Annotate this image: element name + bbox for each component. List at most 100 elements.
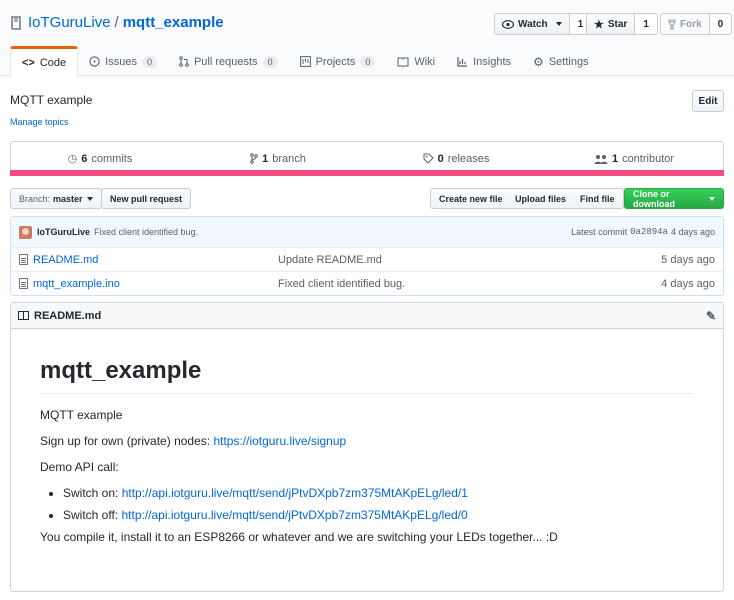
readme-paragraph: You compile it, install it to an ESP8266… [40, 530, 558, 544]
contributors-label: contributor [622, 152, 675, 165]
tag-icon [423, 153, 434, 164]
tab-label: Wiki [414, 55, 436, 68]
watch-label: Watch [518, 18, 548, 30]
project-icon [299, 56, 311, 67]
releases-count: 0 [437, 152, 444, 165]
clone-label: Clone or download [633, 188, 675, 209]
eye-icon [502, 19, 514, 29]
contributors-count: 1 [611, 152, 619, 165]
star-button[interactable]: ★ Star [586, 13, 636, 35]
repo-description: MQTT example [10, 93, 93, 107]
commits-count: 6 [81, 152, 88, 165]
clone-or-download-button[interactable]: Clone or download [624, 188, 724, 209]
create-new-file-button[interactable]: Create new file [430, 188, 512, 209]
tab-settings[interactable]: ⚙ Settings [522, 46, 600, 77]
commit-sha[interactable]: 0a2894a [630, 227, 668, 237]
list-item: Switch off: http://api.iotguru.live/mqtt… [63, 508, 694, 522]
list-item-text: Switch on: [63, 486, 122, 500]
switch-on-link[interactable]: http://api.iotguru.live/mqtt/send/jPtvDX… [122, 486, 468, 500]
tab-label: Projects [315, 55, 356, 68]
file-list: IoTGuruLive Fixed client identified bug.… [10, 216, 724, 296]
commit-message[interactable]: Fixed client identified bug. [94, 227, 198, 237]
find-file-button[interactable]: Find file [572, 188, 624, 209]
gear-icon: ⚙ [533, 54, 544, 69]
readme-box: README.md ✎ mqtt_example MQTT example Si… [10, 302, 724, 592]
pull-request-icon [179, 56, 189, 67]
file-age: 5 days ago [661, 253, 715, 266]
branch-select-button[interactable]: Branch: master [10, 188, 102, 209]
tab-count: 0 [262, 55, 278, 68]
tab-label: Settings [548, 55, 589, 68]
readme-header: README.md ✎ [11, 303, 723, 329]
repo-header: IoTGuruLive / mqtt_example Watch 1 ★ Sta… [0, 0, 734, 77]
tab-issues[interactable]: Issues 0 [78, 46, 168, 77]
commits-label: commits [91, 152, 133, 165]
tab-label: Pull requests [193, 55, 258, 68]
branch-name: master [53, 193, 83, 204]
file-row: README.md Update README.md 5 days ago [11, 247, 723, 271]
edit-description-button[interactable]: Edit [692, 90, 724, 112]
file-age: 4 days ago [661, 277, 715, 290]
tab-code[interactable]: <> Code [10, 46, 79, 77]
graph-icon [457, 57, 468, 67]
manage-topics-link[interactable]: Manage topics [10, 117, 69, 127]
pencil-icon[interactable]: ✎ [706, 309, 716, 323]
tab-insights[interactable]: Insights [446, 46, 522, 77]
watch-button[interactable]: Watch [494, 13, 570, 35]
avatar[interactable] [19, 225, 32, 239]
fork-button[interactable]: Fork [660, 13, 710, 35]
readme-filename: README.md [34, 309, 102, 322]
wiki-icon [397, 57, 409, 67]
tab-projects[interactable]: Projects 0 [289, 46, 387, 77]
upload-files-button[interactable]: Upload files [507, 188, 576, 209]
branch-prefix: Branch: [19, 193, 51, 204]
chevron-down-icon [709, 196, 715, 201]
file-commit-message[interactable]: Fixed client identified bug. [278, 278, 405, 290]
readme-content: mqtt_example MQTT example Sign up for ow… [11, 357, 723, 544]
tab-label: Code [39, 57, 67, 69]
api-list: Switch on: http://api.iotguru.live/mqtt/… [40, 486, 694, 522]
latest-commit-label: Latest commit [571, 227, 628, 237]
switch-off-link[interactable]: http://api.iotguru.live/mqtt/send/jPtvDX… [121, 508, 467, 522]
repo-separator: / [114, 14, 119, 31]
file-navigation: Branch: master New pull request Create n… [10, 188, 724, 209]
file-name-link[interactable]: mqtt_example.ino [33, 278, 120, 290]
file-icon [19, 254, 28, 265]
star-count[interactable]: 1 [635, 13, 658, 35]
fork-icon [668, 18, 676, 30]
chevron-down-icon [86, 196, 93, 201]
tab-pull-requests[interactable]: Pull requests 0 [168, 46, 289, 77]
file-commit-message[interactable]: Update README.md [278, 254, 382, 266]
file-name-link[interactable]: README.md [33, 254, 98, 266]
signup-link[interactable]: https://iotguru.live/signup [213, 434, 346, 448]
fork-group: Fork 0 [660, 13, 733, 35]
new-pull-request-button[interactable]: New pull request [101, 188, 192, 209]
readme-signup-paragraph: Sign up for own (private) nodes: https:/… [40, 434, 694, 448]
file-row: mqtt_example.ino Fixed client identified… [11, 271, 723, 295]
readme-paragraph: Demo API call: [40, 460, 119, 474]
star-group: ★ Star 1 [586, 13, 658, 35]
releases-label: releases [447, 152, 490, 165]
tab-label: Insights [473, 55, 512, 68]
language-bar[interactable] [10, 170, 724, 176]
fork-label: Fork [680, 18, 702, 30]
fork-count[interactable]: 0 [709, 13, 733, 35]
readme-title: mqtt_example [40, 357, 694, 394]
code-icon: <> [22, 57, 35, 69]
history-icon: ◷ [67, 153, 78, 165]
branch-label: branch [272, 152, 306, 165]
branch-icon [250, 153, 258, 164]
branch-count: 1 [262, 152, 269, 165]
latest-commit-bar: IoTGuruLive Fixed client identified bug.… [11, 217, 723, 247]
star-label: Star [607, 18, 628, 30]
repo-name-link[interactable]: mqtt_example [123, 14, 224, 31]
watch-group: Watch 1 [494, 13, 593, 35]
commit-author-link[interactable]: IoTGuruLive [37, 227, 90, 237]
repo-owner-link[interactable]: IoTGuruLive [28, 14, 111, 31]
issue-icon [89, 56, 100, 67]
tab-wiki[interactable]: Wiki [386, 46, 446, 77]
repo-title: IoTGuruLive / mqtt_example [10, 14, 224, 31]
repo-book-icon [11, 15, 21, 30]
list-item: Switch on: http://api.iotguru.live/mqtt/… [63, 486, 694, 500]
star-icon: ★ [594, 18, 604, 31]
